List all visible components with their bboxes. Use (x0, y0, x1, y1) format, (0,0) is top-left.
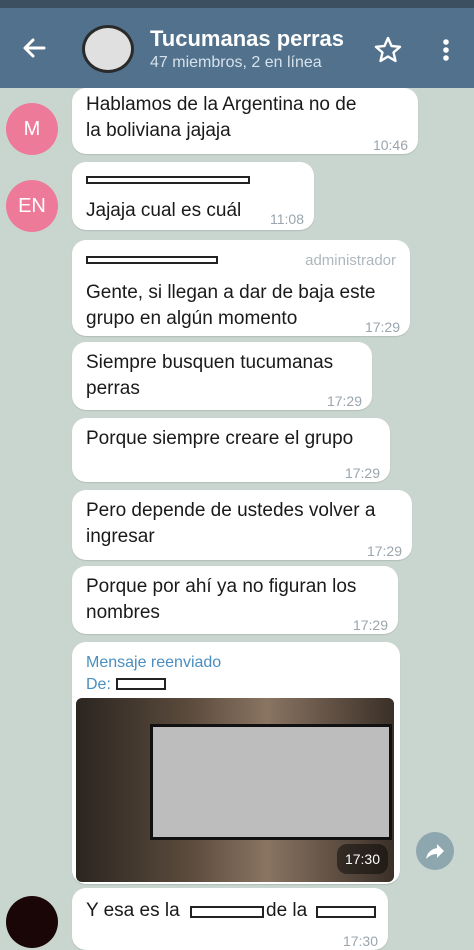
sender-avatar[interactable]: EN (6, 180, 58, 232)
sender-avatar[interactable]: M (6, 103, 58, 155)
message-list[interactable]: M Hablamos de la Argentina no de la boli… (0, 88, 474, 950)
message-text-line: grupo en algún momento (86, 308, 298, 329)
share-button[interactable] (416, 832, 454, 870)
message-text-line: Hablamos de la Argentina no de (86, 94, 357, 115)
message-text-line: Pero depende de ustedes volver a (86, 500, 376, 521)
status-bar (0, 0, 474, 8)
message-bubble[interactable]: administrador Gente, si llegan a dar de … (72, 240, 410, 336)
back-button[interactable] (14, 28, 54, 68)
message-text-line: Siempre busquen tucumanas (86, 352, 334, 373)
chat-subtitle: 47 miembros, 2 en línea (150, 54, 322, 71)
redacted-sender-name (86, 256, 218, 264)
message-time: 17:29 (326, 393, 362, 409)
sender-avatar[interactable] (6, 896, 58, 948)
message-text-line: perras (86, 378, 140, 399)
forwarded-from-label: De: (86, 676, 111, 693)
redacted-text (190, 906, 264, 918)
message-time: 17:30 (342, 933, 378, 949)
message-text-part: Y esa es la (86, 900, 180, 921)
admin-tag: administrador (305, 252, 396, 269)
message-time: 17:30 (336, 844, 388, 874)
redacted-forward-source (116, 678, 166, 690)
message-bubble[interactable]: Siempre busquen tucumanas perras 17:29 (72, 342, 372, 410)
message-bubble[interactable]: Pero depende de ustedes volver a ingresa… (72, 490, 412, 560)
more-vert-icon (443, 39, 449, 61)
message-text-part: de la (266, 900, 308, 921)
back-arrow-icon (23, 38, 46, 58)
group-avatar[interactable] (82, 25, 134, 73)
message-time: 10:46 (372, 137, 408, 153)
message-text-line: nombres (86, 602, 160, 623)
photo-attachment[interactable]: 17:30 (76, 698, 394, 882)
message-text-line: Gente, si llegan a dar de baja este (86, 282, 376, 303)
message-bubble[interactable]: Porque por ahí ya no figuran los nombres… (72, 566, 398, 634)
star-icon (374, 36, 402, 63)
redacted-sender-name (86, 176, 250, 184)
chat-header: Tucumanas perras 47 miembros, 2 en línea (0, 8, 474, 88)
message-bubble[interactable]: Porque siempre creare el grupo 17:29 (72, 418, 390, 482)
message-text-line: Porque por ahí ya no figuran los (86, 576, 357, 597)
message-time: 17:29 (366, 543, 402, 559)
message-bubble[interactable]: Y esa es la de la 17:30 (72, 888, 388, 950)
message-text-line: ingresar (86, 526, 155, 547)
forwarded-message-bubble[interactable]: Mensaje reenviado De: 17:30 (72, 642, 400, 884)
star-button[interactable] (372, 34, 404, 66)
chat-title[interactable]: Tucumanas perras (150, 26, 344, 52)
more-options-button[interactable] (436, 34, 456, 66)
message-text: Porque siempre creare el grupo (86, 428, 354, 449)
message-bubble[interactable]: Hablamos de la Argentina no de la bolivi… (72, 88, 418, 154)
message-time: 17:29 (352, 617, 388, 633)
censored-area (150, 724, 392, 840)
share-arrow-icon (426, 844, 444, 859)
message-text-line: la boliviana jajaja (86, 120, 231, 141)
message-bubble[interactable]: Jajaja cual es cuál 11:08 (72, 162, 314, 230)
redacted-text (316, 906, 376, 918)
message-text: Jajaja cual es cuál (86, 200, 242, 221)
message-time: 17:29 (344, 465, 380, 481)
message-time: 11:08 (270, 211, 304, 227)
message-time: 17:29 (364, 319, 400, 335)
